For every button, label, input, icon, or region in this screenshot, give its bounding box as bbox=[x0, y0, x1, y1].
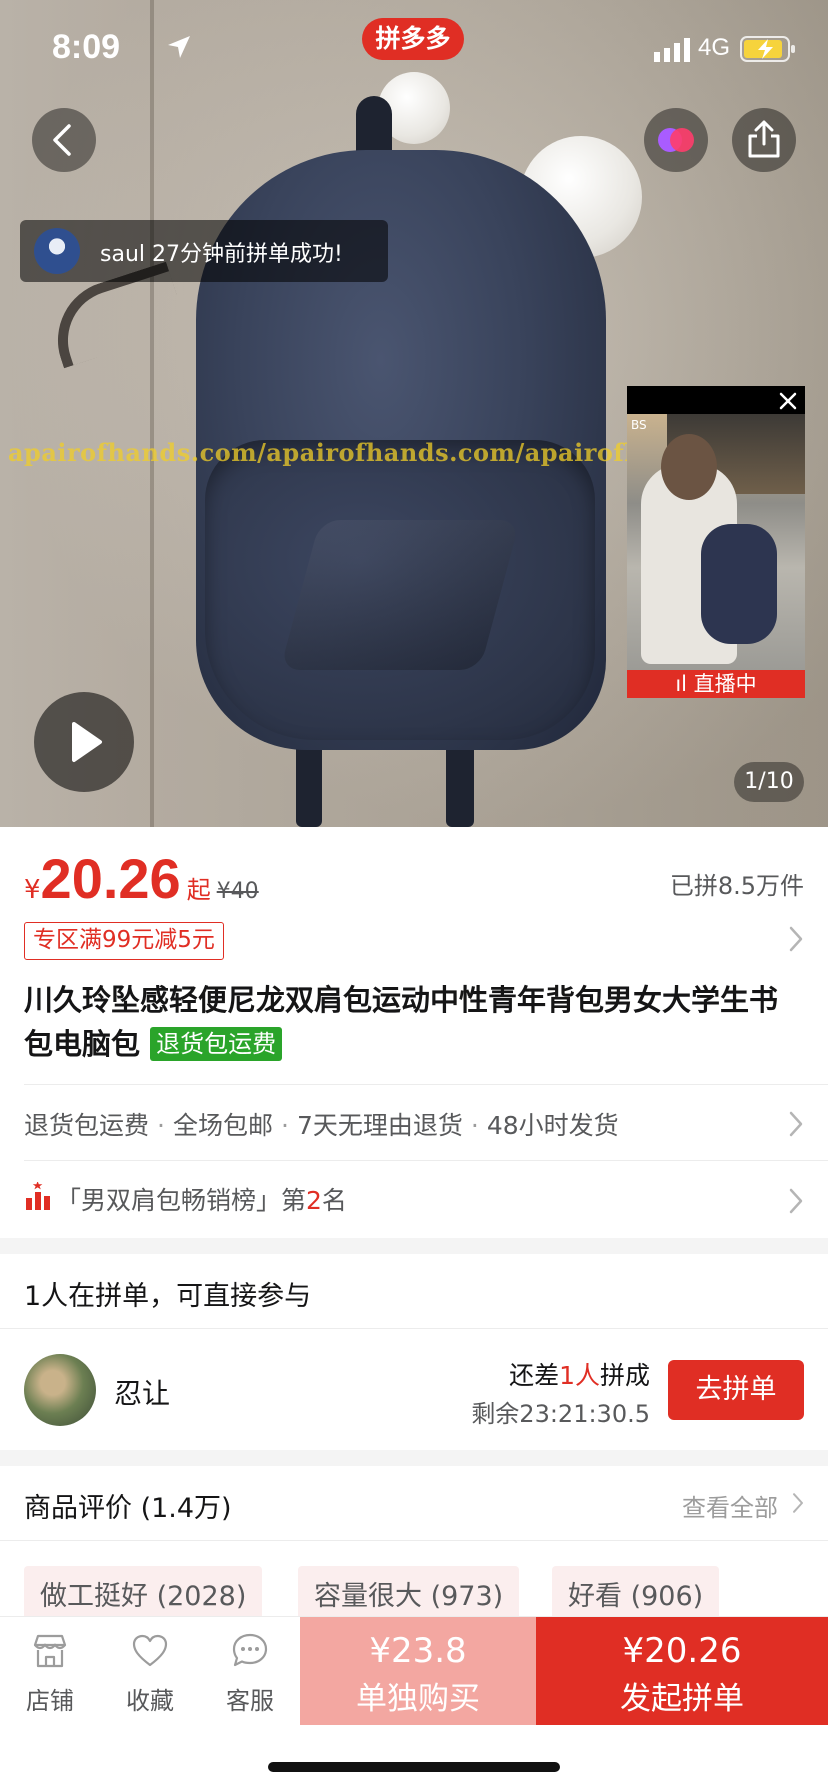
reviews-title: 商品评价 (1.4万) bbox=[24, 1493, 232, 1524]
section-gap bbox=[0, 1450, 828, 1466]
avatar bbox=[34, 228, 80, 274]
return-shipping-tag: 退货包运费 bbox=[150, 1027, 283, 1061]
product-title: 川久玲坠感轻便尼龙双肩包运动中性青年背包男女大学生书包电脑包 退货包运费 bbox=[24, 978, 804, 1066]
toast-text: saul 27分钟前拼单成功! bbox=[100, 242, 343, 267]
collage-button[interactable] bbox=[644, 108, 708, 172]
status-bar: 8:09 拼多多 4G bbox=[0, 0, 828, 100]
service-item: 全场包邮 bbox=[172, 1111, 273, 1140]
chat-icon bbox=[232, 1633, 268, 1667]
chevron-left-icon bbox=[53, 124, 71, 156]
group-buy-title: 1人在拼单，可直接参与 bbox=[24, 1281, 312, 1312]
price-suffix: 起 bbox=[186, 876, 211, 904]
service-item: 7天无理由退货 bbox=[296, 1111, 463, 1140]
countdown-timer: 剩余23:21:30.5 bbox=[471, 1400, 650, 1428]
separator-dot: · bbox=[470, 1111, 479, 1140]
signal-icon bbox=[654, 38, 690, 62]
product-title-text: 川久玲坠感轻便尼龙双肩包运动中性青年背包男女大学生书包电脑包 bbox=[24, 983, 779, 1061]
group-need-text: 还差1人拼成 bbox=[509, 1356, 650, 1392]
store-icon bbox=[33, 1634, 67, 1668]
section-gap bbox=[0, 1238, 828, 1254]
image-counter: 1/10 bbox=[734, 762, 804, 802]
play-icon bbox=[72, 722, 102, 762]
price-row: ¥20.26 起 ¥40 bbox=[24, 846, 259, 910]
battery-charging-icon bbox=[740, 36, 795, 62]
live-badge: ıl 直播中 bbox=[627, 670, 805, 698]
chevron-right-icon[interactable] bbox=[786, 1109, 806, 1139]
buy-alone-button[interactable]: ¥23.8 单独购买 bbox=[300, 1617, 536, 1725]
live-stream-preview: BS bbox=[627, 414, 805, 670]
play-video-button[interactable] bbox=[34, 692, 134, 792]
hearts-logo-icon bbox=[658, 128, 694, 152]
start-group-button[interactable]: ¥20.26 发起拼单 bbox=[536, 1617, 828, 1725]
live-person-hair bbox=[661, 434, 717, 500]
service-item: 48小时发货 bbox=[486, 1111, 619, 1140]
bottom-action-bar: 店铺 收藏 客服 ¥23.8 单独购买 ¥20.26 发起拼单 bbox=[0, 1616, 828, 1725]
tab-store[interactable]: 店铺 bbox=[0, 1617, 100, 1725]
need-count: 1人 bbox=[559, 1361, 600, 1390]
tab-favorite[interactable]: 收藏 bbox=[100, 1617, 200, 1725]
share-icon bbox=[748, 120, 780, 158]
home-indicator[interactable] bbox=[268, 1762, 560, 1772]
door-edge bbox=[150, 0, 154, 827]
backpack-fold bbox=[279, 520, 521, 670]
divider bbox=[24, 1160, 828, 1161]
currency-symbol: ¥ bbox=[24, 875, 41, 905]
join-group-button[interactable]: 去拼单 bbox=[668, 1360, 804, 1420]
ranking-icon bbox=[26, 1182, 50, 1210]
rank-prefix: 「男双肩包畅销榜」第 bbox=[56, 1186, 307, 1215]
live-backpack bbox=[701, 524, 777, 644]
location-arrow-icon bbox=[168, 36, 190, 58]
separator-dot: · bbox=[280, 1111, 289, 1140]
chevron-right-icon[interactable] bbox=[786, 924, 806, 954]
buy-alone-label: 单独购买 bbox=[356, 1681, 480, 1717]
live-stream-window[interactable]: BS ıl 直播中 bbox=[627, 386, 805, 698]
buy-alone-price: ¥23.8 bbox=[369, 1631, 467, 1671]
network-type: 4G bbox=[698, 34, 731, 61]
service-guarantees[interactable]: 退货包运费 · 全场包邮 · 7天无理由退货 · 48小时发货 bbox=[24, 1106, 619, 1142]
need-prefix: 还差 bbox=[509, 1361, 560, 1390]
need-suffix: 拼成 bbox=[599, 1361, 650, 1390]
share-button[interactable] bbox=[732, 108, 796, 172]
divider bbox=[24, 1084, 828, 1085]
live-corner-text: BS bbox=[631, 418, 647, 432]
brand-badge: 拼多多 bbox=[362, 18, 464, 60]
live-bars-icon: ıl bbox=[675, 672, 694, 696]
separator-dot: · bbox=[157, 1111, 165, 1140]
heart-icon bbox=[132, 1634, 168, 1667]
bestseller-rank[interactable]: 「男双肩包畅销榜」第2名 bbox=[56, 1181, 347, 1217]
tab-label: 客服 bbox=[226, 1687, 274, 1715]
divider bbox=[0, 1540, 828, 1541]
avatar bbox=[24, 1354, 96, 1426]
tab-label: 收藏 bbox=[126, 1687, 174, 1715]
close-icon[interactable] bbox=[777, 390, 799, 412]
back-button[interactable] bbox=[32, 108, 96, 172]
tab-label: 店铺 bbox=[26, 1687, 74, 1715]
clock: 8:09 bbox=[52, 28, 121, 66]
view-all-reviews-link[interactable]: 查看全部 bbox=[682, 1488, 778, 1523]
rank-number: 2 bbox=[306, 1186, 322, 1215]
group-buy-label: 发起拼单 bbox=[620, 1681, 744, 1717]
original-price: ¥40 bbox=[216, 879, 259, 904]
member-name: 忍让 bbox=[114, 1377, 171, 1410]
group-buy-price: ¥20.26 bbox=[622, 1631, 742, 1671]
live-badge-text: 直播中 bbox=[693, 672, 757, 696]
group-price: 20.26 bbox=[40, 847, 181, 910]
promo-badge[interactable]: 专区满99元减5元 bbox=[24, 922, 224, 960]
sold-count: 已拼8.5万件 bbox=[669, 872, 804, 900]
recent-group-toast: saul 27分钟前拼单成功! bbox=[20, 220, 388, 282]
tab-customer-service[interactable]: 客服 bbox=[200, 1617, 300, 1725]
divider bbox=[0, 1328, 828, 1329]
service-item: 退货包运费 bbox=[24, 1111, 150, 1140]
rank-suffix: 名 bbox=[321, 1186, 347, 1215]
chevron-right-icon[interactable] bbox=[786, 1186, 806, 1216]
chevron-right-icon[interactable] bbox=[790, 1490, 806, 1516]
